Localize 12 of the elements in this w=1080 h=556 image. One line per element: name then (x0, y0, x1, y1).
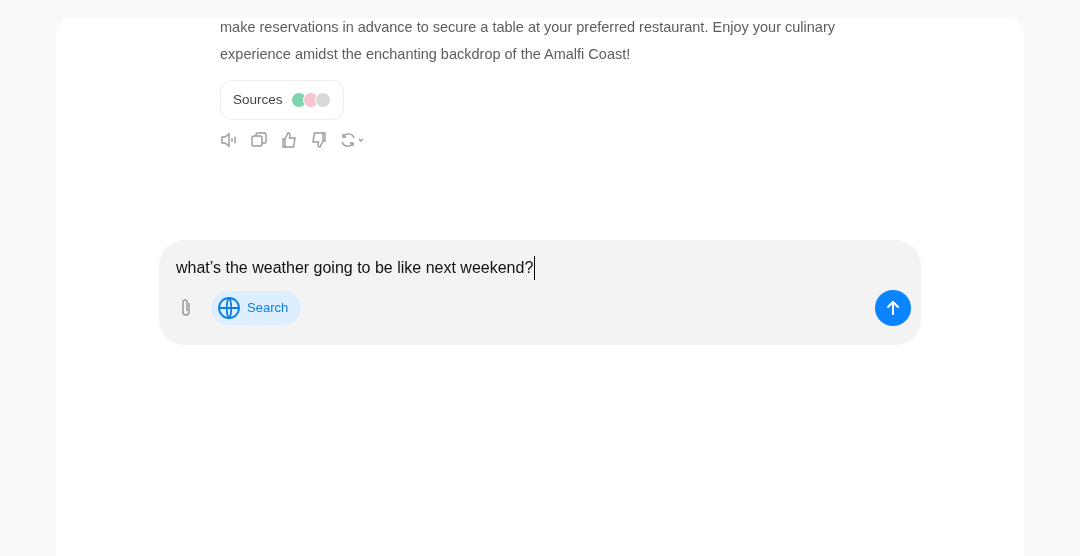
thumbs-down-icon[interactable] (310, 131, 328, 149)
arrow-up-icon (885, 300, 901, 316)
send-button[interactable] (875, 290, 911, 326)
search-toggle[interactable]: Search (211, 291, 302, 325)
copy-icon[interactable] (250, 131, 268, 149)
message-input[interactable]: what’s the weather going to be like next weekend? (176, 256, 536, 280)
thumbs-up-icon[interactable] (280, 131, 298, 149)
answer-text: make reservations in advance to secure a table at your preferred restaurant. Enjoy your culinary experience amidst the enchanting backdrop of the Amalfi Coast! (220, 18, 836, 64)
regenerate-icon[interactable] (340, 131, 366, 149)
globe-icon (217, 296, 241, 320)
sources-button[interactable]: Sources (220, 80, 344, 120)
speaker-icon[interactable] (220, 131, 238, 149)
